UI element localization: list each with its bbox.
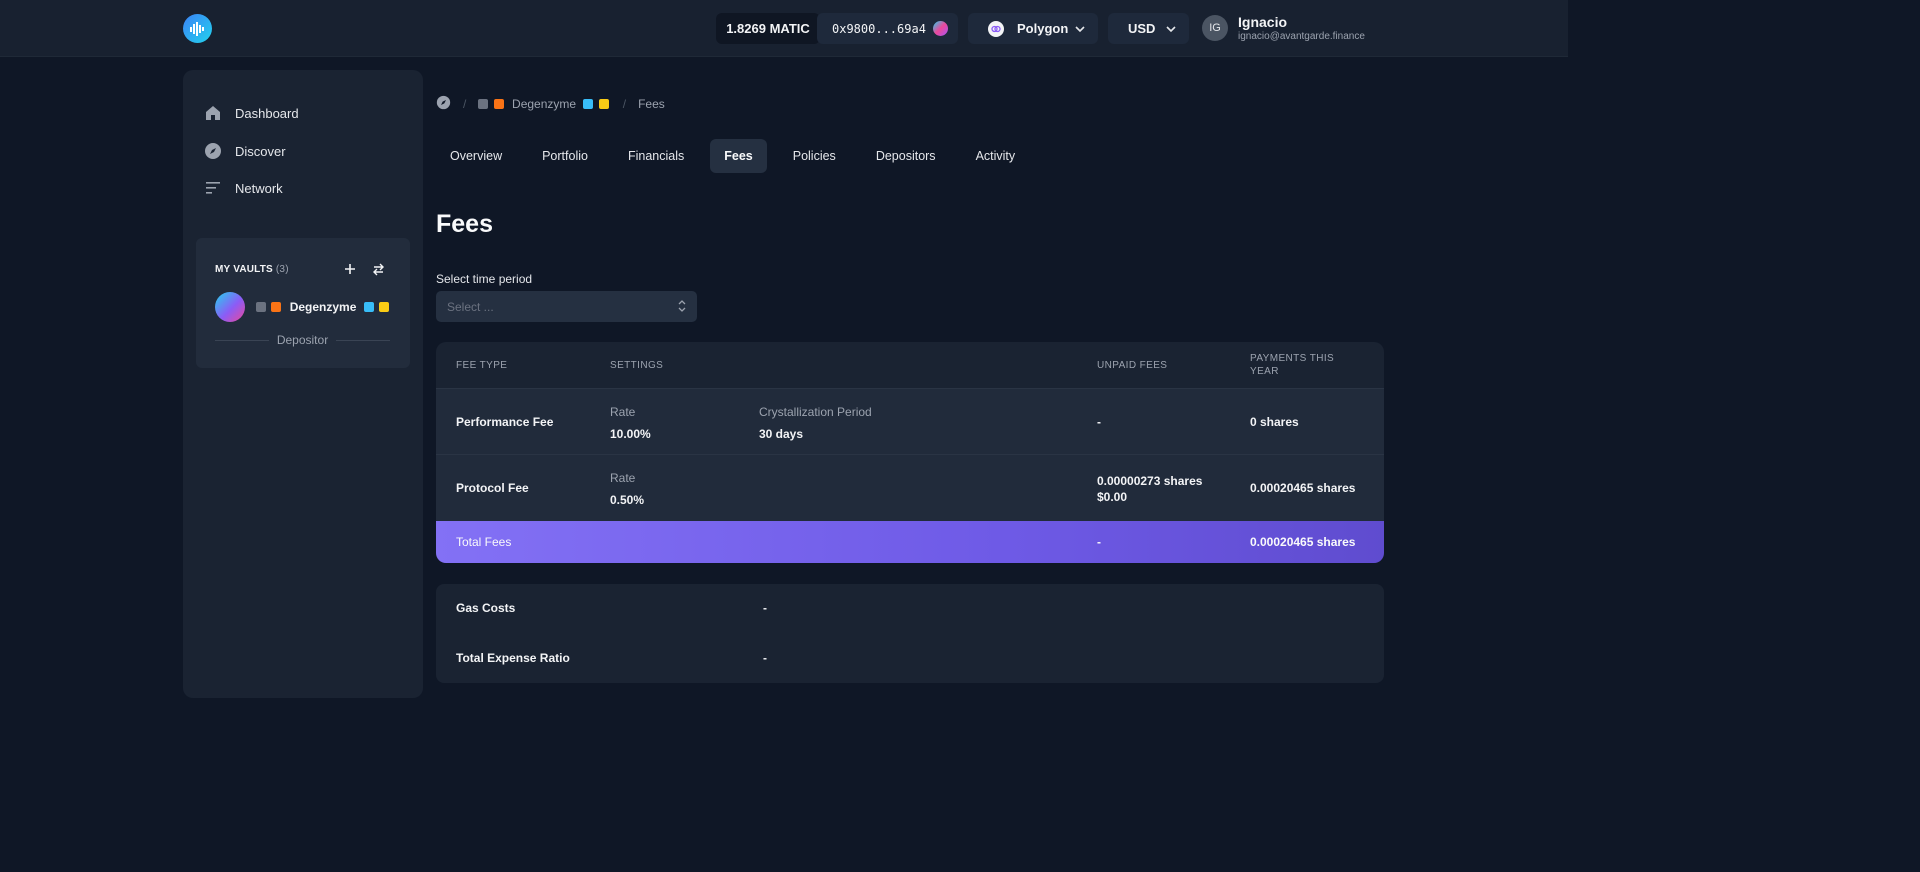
unpaid-fees: 0.00000273 shares: [1097, 474, 1203, 488]
gas-costs-value: -: [763, 601, 767, 615]
select-placeholder: Select ...: [447, 299, 494, 314]
my-vaults-label: MY VAULTS: [215, 264, 273, 275]
total-fees-row: Total Fees - 0.00020465 shares: [436, 521, 1384, 563]
sidebar: Dashboard Discover Network MY VAULTS (3)…: [183, 70, 423, 698]
fees-table: FEE TYPE SETTINGS UNPAID FEES PAYMENTS T…: [436, 342, 1384, 563]
table-row: Protocol Fee Rate 0.50% 0.00000273 share…: [436, 454, 1384, 521]
bull-emoji-icon: [256, 302, 266, 312]
column-header-payments-this-year: PAYMENTS THIS YEAR: [1250, 353, 1335, 377]
vault-role: Depositor: [215, 333, 391, 347]
fee-type: Performance Fee: [456, 415, 554, 429]
fox-emoji-icon: [271, 302, 282, 312]
breadcrumb-vault-label: Degenzyme: [512, 97, 577, 111]
tab-policies[interactable]: Policies: [779, 139, 850, 173]
breadcrumb-separator: /: [622, 97, 627, 111]
hands-emoji-icon: [598, 99, 609, 109]
fox-emoji-icon: [493, 99, 504, 109]
sidebar-item-label: Discover: [235, 143, 286, 159]
total-expense-ratio-value: -: [763, 651, 767, 665]
wallet-address: 0x9800...69a4: [832, 21, 926, 36]
total-fees-label: Total Fees: [456, 535, 512, 549]
vault-avatar[interactable]: [215, 292, 245, 322]
my-vaults-count: (3): [275, 264, 289, 275]
gas-costs-label: Gas Costs: [456, 601, 516, 615]
setting-label: Rate: [610, 405, 636, 419]
switch-vault-button[interactable]: [369, 260, 387, 278]
network-label: Polygon: [1017, 21, 1069, 36]
hands-emoji-icon: [379, 302, 390, 312]
time-period-select[interactable]: Select ...: [436, 291, 697, 322]
column-header-fee-type: FEE TYPE: [456, 359, 508, 371]
tab-overview[interactable]: Overview: [436, 139, 516, 173]
column-header-settings: SETTINGS: [610, 359, 664, 371]
tab-portfolio[interactable]: Portfolio: [528, 139, 602, 173]
setting-value: 0.50%: [610, 493, 645, 507]
tab-fees[interactable]: Fees: [710, 139, 767, 173]
app-logo[interactable]: [183, 14, 212, 43]
vault-item[interactable]: Degenzyme: [256, 300, 391, 314]
wallet-balance: 1.8269 MATIC: [716, 13, 820, 44]
wallet-address-button[interactable]: 0x9800...69a4: [817, 13, 958, 44]
compass-icon: [203, 141, 223, 161]
total-expense-ratio-label: Total Expense Ratio: [456, 651, 570, 665]
breadcrumb-current: Fees: [638, 97, 665, 111]
network-selector[interactable]: Polygon: [968, 13, 1098, 44]
chevron-down-icon: [1075, 26, 1085, 33]
fee-type: Protocol Fee: [456, 481, 529, 495]
compass-icon[interactable]: [436, 95, 451, 113]
tab-bar: Overview Portfolio Financials Fees Polic…: [436, 139, 1041, 173]
vault-name: Degenzyme: [289, 300, 357, 314]
wallet-avatar-icon: [933, 21, 948, 36]
breadcrumb-vault[interactable]: Degenzyme: [478, 97, 610, 111]
bull-emoji-icon: [478, 99, 489, 109]
gem-emoji-icon: [363, 302, 374, 312]
costs-panel: Gas Costs - Total Expense Ratio -: [436, 584, 1384, 683]
user-email: ignacio@avantgarde.finance: [1238, 31, 1365, 42]
swap-arrows-icon: [372, 263, 384, 275]
gem-emoji-icon: [583, 99, 594, 109]
menu-lines-icon: [203, 178, 223, 198]
my-vaults-panel: MY VAULTS (3) Degenzyme Depositor: [196, 238, 410, 368]
sidebar-item-dashboard[interactable]: Dashboard: [203, 101, 299, 125]
breadcrumb: / Degenzyme / Fees: [436, 95, 665, 113]
sidebar-item-network[interactable]: Network: [203, 176, 283, 200]
currency-label: USD: [1128, 21, 1156, 36]
tab-activity[interactable]: Activity: [962, 139, 1030, 173]
payments-this-year: 0 shares: [1250, 415, 1299, 429]
payments-this-year: 0.00020465 shares: [1250, 481, 1356, 495]
setting-label: Crystallization Period: [759, 405, 872, 419]
user-avatar[interactable]: IG: [1202, 15, 1228, 41]
unpaid-fees: -: [1097, 415, 1101, 429]
setting-value: 30 days: [759, 427, 804, 441]
table-row: Performance Fee Rate 10.00% Crystallizat…: [436, 388, 1384, 454]
chevron-down-icon: [1166, 26, 1176, 33]
add-vault-button[interactable]: [341, 260, 359, 278]
polygon-icon: [988, 20, 1004, 37]
user-name[interactable]: Ignacio: [1238, 14, 1287, 30]
currency-selector[interactable]: USD: [1108, 13, 1189, 44]
total-unpaid-fees: -: [1097, 535, 1101, 549]
vault-role-label: Depositor: [276, 333, 329, 347]
setting-value: 10.00%: [610, 427, 651, 441]
sidebar-item-label: Network: [235, 180, 283, 196]
total-payments-this-year: 0.00020465 shares: [1250, 535, 1356, 549]
home-icon: [203, 103, 223, 123]
tab-depositors[interactable]: Depositors: [862, 139, 950, 173]
plus-icon: [345, 264, 355, 274]
page-title: Fees: [436, 210, 493, 238]
unpaid-fees-value: $0.00: [1097, 490, 1128, 504]
top-bar: 1.8269 MATIC 0x9800...69a4 Polygon USD I…: [0, 0, 1568, 57]
breadcrumb-separator: /: [463, 97, 467, 111]
sidebar-item-label: Dashboard: [235, 105, 299, 121]
time-period-label: Select time period: [436, 272, 533, 286]
up-down-chevron-icon: [678, 300, 686, 312]
sidebar-item-discover[interactable]: Discover: [203, 139, 286, 163]
waveform-icon: [189, 21, 204, 36]
tab-financials[interactable]: Financials: [614, 139, 698, 173]
my-vaults-title: MY VAULTS (3): [215, 264, 289, 275]
setting-label: Rate: [610, 471, 636, 485]
column-header-unpaid-fees: UNPAID FEES: [1097, 359, 1168, 371]
